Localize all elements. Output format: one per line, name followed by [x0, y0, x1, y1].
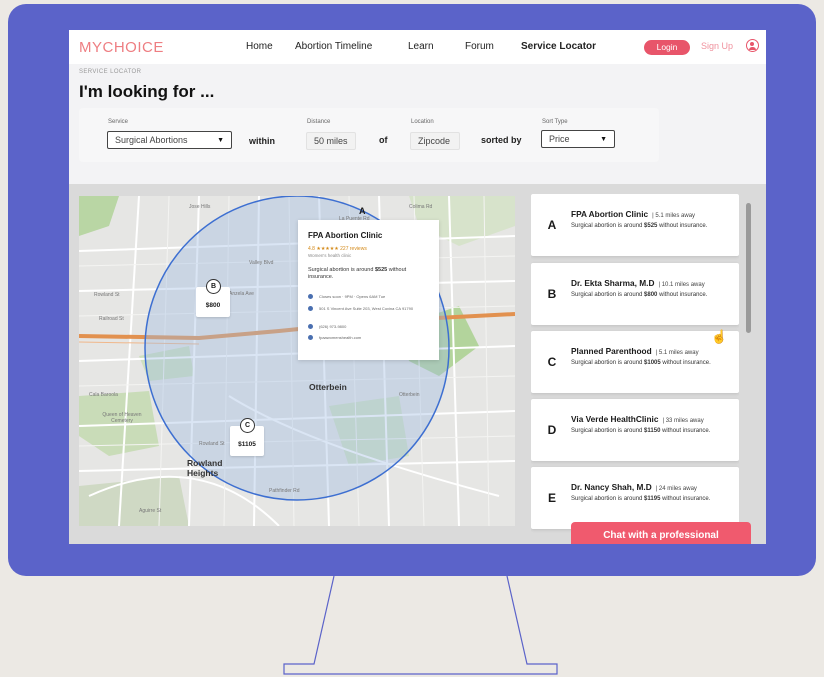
monitor-stand [283, 575, 558, 675]
